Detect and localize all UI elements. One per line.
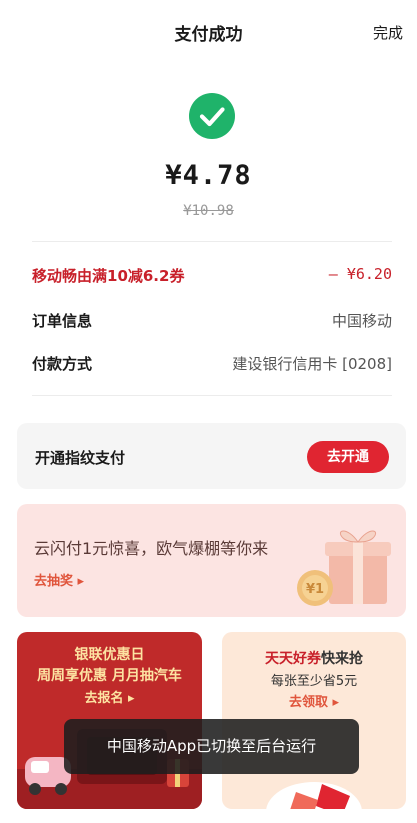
fingerprint-label: 开通指纹支付 [35, 449, 126, 467]
paid-amount: ¥4.78 [165, 160, 252, 191]
order-info-label: 订单信息 [32, 312, 93, 330]
payment-method-label: 付款方式 [32, 355, 93, 373]
fingerprint-card: 开通指纹支付 去开通 [17, 423, 406, 489]
claim-link[interactable]: 去领取 ▸ [222, 691, 406, 710]
gift-box-icon: ¥1 [297, 530, 391, 606]
order-info-value: 中国移动 [331, 312, 392, 330]
done-button[interactable]: 完成 [373, 22, 403, 43]
page-title: 支付成功 [174, 25, 243, 45]
unionpay-day-title: 银联优惠日 [74, 647, 145, 663]
daily-coupon-subtitle: 每张至少省5元 [270, 674, 358, 689]
banner-title: 云闪付1元惊喜，欧气爆棚等你来 [34, 539, 269, 558]
divider [32, 241, 392, 242]
coupon-row: 移动畅由满10减6.2券 – ¥6.20 [32, 265, 392, 289]
lottery-link[interactable]: 去抽奖 ▸ [34, 570, 84, 589]
background-toast: 中国移动App已切换至后台运行 [64, 719, 359, 774]
order-info-row: 订单信息 中国移动 [32, 310, 392, 334]
success-check-icon [189, 93, 235, 139]
payment-method-value: 建设银行信用卡 [0208] [232, 355, 392, 373]
payment-method-row: 付款方式 建设银行信用卡 [0208] [32, 353, 392, 377]
enable-fingerprint-button[interactable]: 去开通 [307, 441, 389, 473]
daily-coupon-highlight: 天天好券 [265, 651, 321, 667]
daily-coupon-title: 天天好券快来抢 [222, 648, 406, 668]
unionpay-day-subtitle: 周周享优惠 月月抽汽车 [37, 668, 182, 684]
lottery-banner[interactable]: 云闪付1元惊喜，欧气爆棚等你来 去抽奖 ▸ ¥1 [17, 504, 406, 617]
daily-coupon-rest: 快来抢 [321, 651, 363, 667]
coupon-label: 移动畅由满10减6.2券 [32, 267, 185, 285]
original-amount: ¥10.98 [183, 203, 234, 219]
signup-link[interactable]: 去报名 ▸ [17, 687, 202, 706]
header: 支付成功 完成 [0, 0, 417, 64]
coupon-value: – ¥6.20 [328, 265, 392, 283]
divider [32, 395, 392, 396]
coin-text: ¥1 [306, 582, 324, 597]
